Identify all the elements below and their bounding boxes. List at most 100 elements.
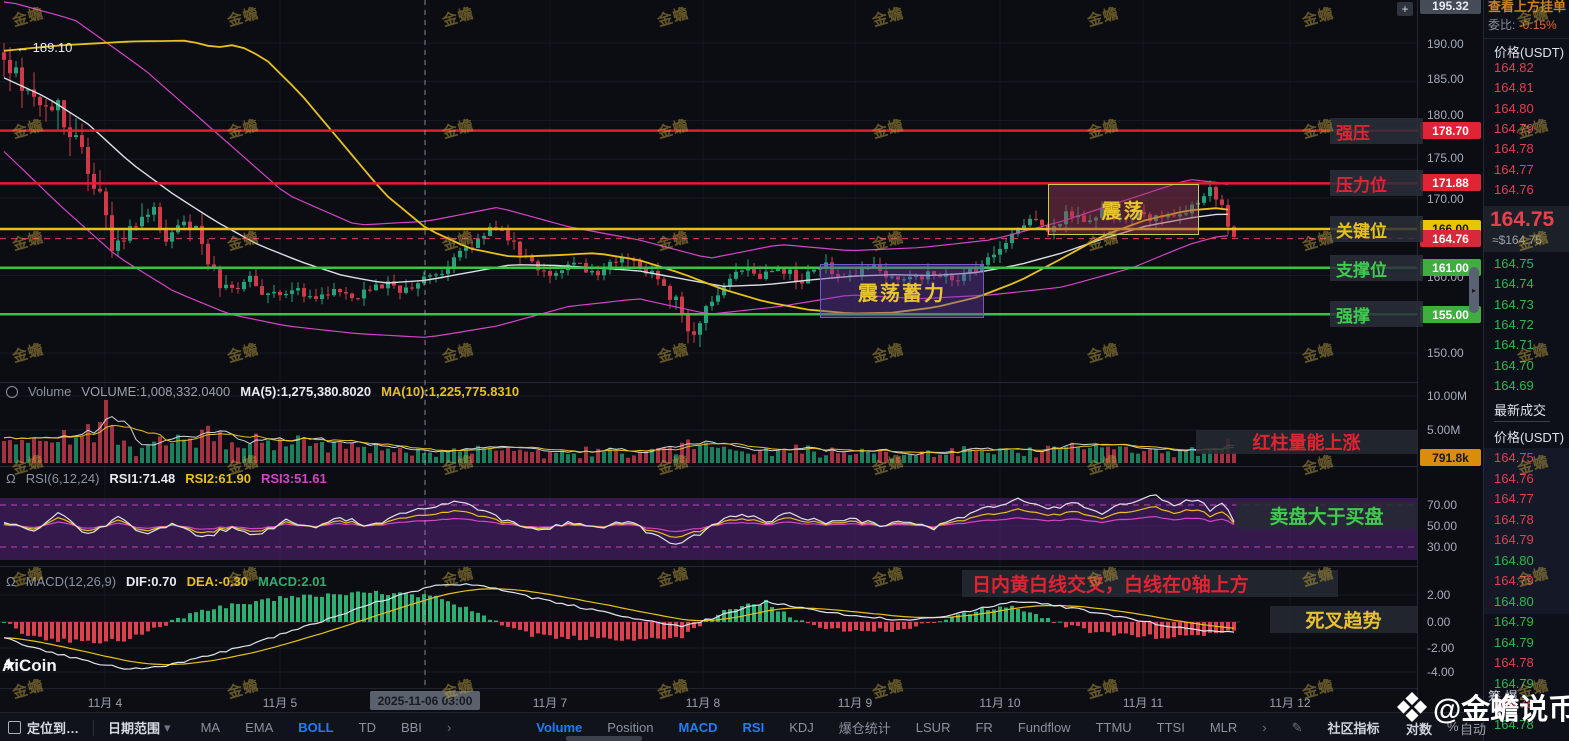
trade-row[interactable]: 164.79	[1494, 635, 1534, 650]
note-volume-rising: 红柱量能上涨	[1196, 430, 1417, 454]
trade-row[interactable]: 164.75	[1494, 450, 1534, 465]
level-label-resistance[interactable]: 压力位	[1330, 170, 1423, 196]
date-axis[interactable]: 2025-11-06 03:00 11月 4 11月 5 11月 7 11月 8 11月…	[0, 688, 1483, 713]
ask-row[interactable]: 164.82	[1494, 60, 1534, 75]
trading-app: ← 189.10 + Volume VOLUME:1,008,332.0400 …	[0, 0, 1569, 741]
trade-row[interactable]: 164.77	[1494, 491, 1534, 506]
bid-row[interactable]: 164.71	[1494, 337, 1534, 352]
axis-badge: 178.70	[1420, 122, 1481, 139]
last-price-usd: ≈$164.75	[1492, 233, 1542, 247]
ask-row[interactable]: 164.80	[1494, 101, 1534, 116]
axis-tick: 70.00	[1427, 498, 1458, 512]
trade-row[interactable]: 164.80	[1494, 594, 1534, 609]
tab-mlr[interactable]: MLR	[1210, 720, 1237, 735]
tab-lsur[interactable]: LSUR	[916, 720, 951, 735]
trade-row[interactable]: 164.79	[1494, 573, 1534, 588]
tab-fundflow[interactable]: Fundflow	[1018, 720, 1071, 735]
tab-volume[interactable]: Volume	[536, 720, 582, 735]
rsi1-value: RSI1:71.48	[109, 471, 176, 486]
locate-icon[interactable]	[8, 721, 21, 734]
trades-divider	[1494, 421, 1550, 422]
tab-kdj[interactable]: KDJ	[789, 720, 814, 735]
bid-row[interactable]: 164.70	[1494, 358, 1534, 373]
date-range-button[interactable]: 日期范围	[108, 718, 160, 737]
axis-tick: 2.00	[1427, 588, 1451, 602]
view-upper-orders-link[interactable]: 查看上方挂单	[1488, 0, 1566, 15]
level-label-strong-resistance[interactable]: 强压	[1330, 118, 1423, 144]
volume-value: VOLUME:1,008,332.0400	[81, 384, 231, 399]
consolidation-box: 震荡蓄力	[820, 264, 984, 318]
axis-tick: 150.00	[1427, 346, 1464, 360]
axis-tick: -2.00	[1427, 641, 1455, 655]
level-label-support[interactable]: 支撑位	[1330, 255, 1423, 281]
ask-row[interactable]: 164.76	[1494, 182, 1534, 197]
tab-x[interactable]: ›	[1262, 720, 1266, 735]
trade-row[interactable]: 164.80	[1494, 553, 1534, 568]
tab-x[interactable]: ✎	[1292, 720, 1303, 736]
toolbar-scroll-thumb[interactable]	[566, 736, 642, 741]
volume-title[interactable]: Volume	[28, 384, 71, 399]
tab-ttsi[interactable]: TTSI	[1157, 720, 1185, 735]
bid-row[interactable]: 164.69	[1494, 378, 1534, 393]
rsi-title[interactable]: RSI(6,12,24)	[26, 471, 100, 486]
add-order-button[interactable]: +	[1397, 2, 1413, 16]
macd-dif-value: DIF:0.70	[126, 574, 177, 589]
axis-tick: 175.00	[1427, 151, 1464, 165]
bid-row[interactable]: 164.72	[1494, 317, 1534, 332]
crosshair-date-label: 2025-11-06 03:00	[370, 691, 480, 710]
bid-row[interactable]: 164.73	[1494, 297, 1534, 312]
tab-td[interactable]: TD	[359, 720, 376, 735]
tab-rsi[interactable]: RSI	[743, 720, 765, 735]
ask-row[interactable]: 164.81	[1494, 80, 1534, 95]
volume-ma10: MA(10):1,225,775.8310	[381, 384, 520, 399]
level-label-key[interactable]: 关键位	[1330, 216, 1423, 242]
tab-boll[interactable]: BOLL	[298, 720, 333, 735]
bid-row[interactable]: 164.74	[1494, 276, 1534, 291]
macd-title[interactable]: MACD(12,26,9)	[26, 574, 116, 589]
last-price-block[interactable]: 164.75 ≈$164.75	[1484, 206, 1569, 252]
date-label: 11月 4	[87, 696, 123, 710]
ask-row[interactable]: 164.78	[1494, 141, 1534, 156]
trade-row[interactable]: 164.78	[1494, 512, 1534, 527]
tab-bbi[interactable]: BBI	[401, 720, 422, 735]
ratio-label: 委比:	[1488, 18, 1516, 32]
ask-row[interactable]: 164.79	[1494, 121, 1534, 136]
bell-icon[interactable]: Ω	[6, 574, 16, 589]
chevron-down-icon[interactable]: ▾	[164, 720, 171, 736]
axis-tick: 0.00	[1427, 615, 1451, 629]
tab-xxxx[interactable]: 爆仓统计	[839, 718, 891, 737]
tab-ma[interactable]: MA	[201, 720, 221, 735]
orderbook-panel[interactable]: 查看上方挂单 委比: -0.15% 价格(USDT) 164.75 ≈$164.…	[1483, 0, 1569, 741]
rsi-pane-header: Ω RSI(6,12,24) RSI1:71.48 RSI2:61.90 RSI…	[6, 471, 327, 486]
tab-position[interactable]: Position	[607, 720, 653, 735]
bell-icon[interactable]: Ω	[6, 471, 16, 486]
date-label: 11月 8	[685, 696, 721, 710]
trade-row[interactable]: 164.76	[1494, 471, 1534, 486]
panel-collapse-handle[interactable]: ▸	[1469, 267, 1479, 313]
axis-tick: 185.00	[1427, 72, 1464, 86]
tab-macd[interactable]: MACD	[679, 720, 718, 735]
tab-ttmu[interactable]: TTMU	[1096, 720, 1132, 735]
date-label: 11月 7	[532, 696, 568, 710]
trade-row[interactable]: 164.79	[1494, 614, 1534, 629]
channel-watermark: @金蟾说币	[1396, 686, 1569, 728]
tab-xxxx[interactable]: 社区指标	[1328, 718, 1380, 737]
note-sell-pressure: 卖盘大于买盘	[1236, 502, 1417, 529]
axis-tick: 170.00	[1427, 192, 1464, 206]
date-label: 11月 10	[979, 696, 1021, 710]
aicoin-logo: AiCoin	[2, 656, 57, 676]
level-label-strong-support[interactable]: 强撑	[1330, 301, 1423, 327]
ask-row[interactable]: 164.77	[1494, 162, 1534, 177]
locate-button[interactable]: 定位到…	[27, 718, 79, 737]
volume-alert-icon[interactable]	[6, 385, 18, 398]
bid-row[interactable]: 164.75	[1494, 256, 1534, 271]
axis-tick: 10.00M	[1427, 389, 1468, 403]
trade-row[interactable]: 164.78	[1494, 655, 1534, 670]
tab-ema[interactable]: EMA	[245, 720, 273, 735]
tab-x[interactable]: ›	[447, 720, 451, 735]
chart-area[interactable]: ← 189.10 + Volume VOLUME:1,008,332.0400 …	[0, 0, 1423, 688]
price-axis[interactable]: 190.00 185.00 180.00 175.00 170.00 160.00 150.…	[1417, 0, 1484, 712]
tab-fr[interactable]: FR	[975, 720, 992, 735]
trade-row[interactable]: 164.79	[1494, 532, 1534, 547]
volume-ma5: MA(5):1,275,380.8020	[240, 384, 372, 399]
